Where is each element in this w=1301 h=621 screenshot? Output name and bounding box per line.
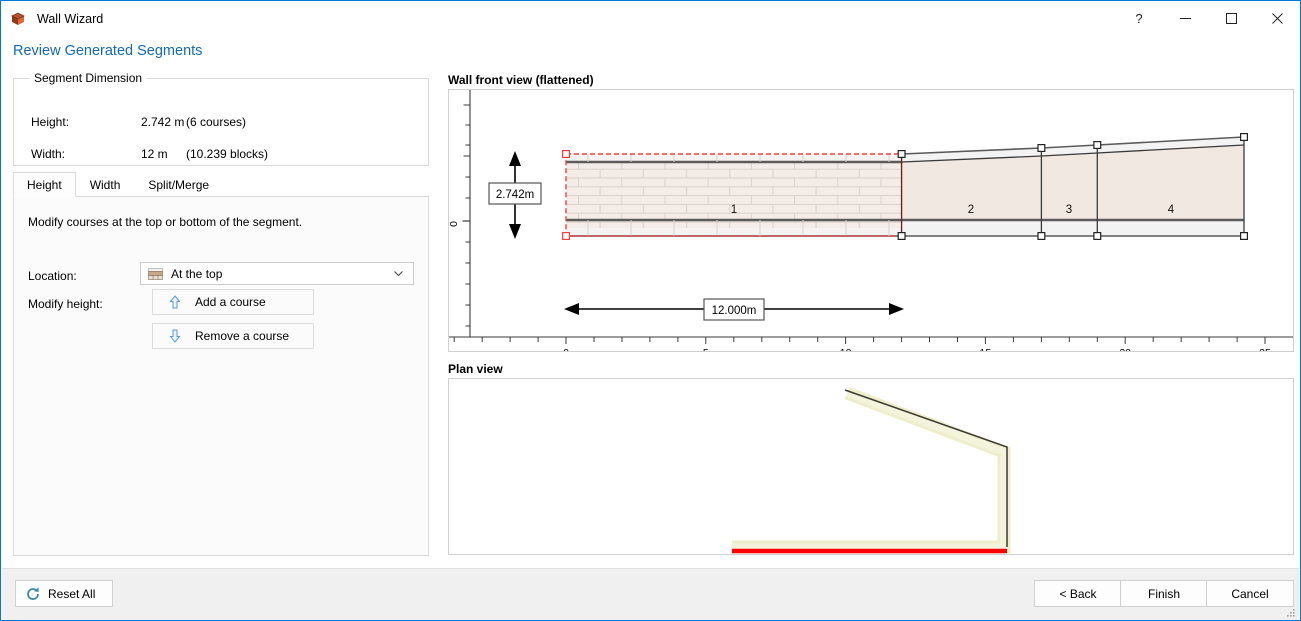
brick-block-icon <box>10 11 26 27</box>
x-tick-label-10: 10 <box>840 347 852 351</box>
brick-course-icon <box>148 267 163 280</box>
cancel-button[interactable]: Cancel <box>1206 580 1294 607</box>
help-icon: ? <box>1135 10 1143 26</box>
height-value: 2.742 m <box>141 115 185 129</box>
help-button[interactable]: ? <box>1116 1 1162 35</box>
wall-wizard-window: Wall Wizard ? Review Generated Segments … <box>0 0 1301 621</box>
height-label: Height: <box>31 115 70 129</box>
finish-label: Finish <box>1147 586 1180 601</box>
tab-width[interactable]: Width <box>76 172 135 197</box>
segment-dimension-group: Segment Dimension Height: 2.742 m (6 cou… <box>13 71 429 166</box>
plan-view-title: Plan view <box>448 362 503 376</box>
x-tick-label-5: 5 <box>703 347 709 351</box>
segment-1-label: 1 <box>731 204 737 216</box>
tab-split-merge[interactable]: Split/Merge <box>134 172 223 197</box>
x-tick-label-0: 0 <box>563 347 569 351</box>
segment-4[interactable]: 4 <box>1097 136 1245 237</box>
width-value: 12 m <box>141 147 168 161</box>
front-view-svg: 0 1 2 3 4 2.742m 12.000m <box>449 90 1293 351</box>
chevron-down-icon <box>393 268 404 279</box>
segment-1[interactable]: 1 <box>561 149 903 241</box>
height-dimension-annotation: 2.742m <box>488 151 542 239</box>
maximize-button[interactable] <box>1208 1 1254 35</box>
add-course-button[interactable]: Add a course <box>152 289 314 315</box>
window-controls: ? <box>1116 1 1300 35</box>
back-button[interactable]: < Back <box>1034 580 1122 607</box>
y-axis: 0 <box>449 90 471 337</box>
segment-3[interactable]: 3 <box>1041 144 1098 237</box>
modify-height-label: Modify height: <box>28 297 103 311</box>
resize-grip[interactable] <box>1284 606 1296 618</box>
finish-button[interactable]: Finish <box>1120 580 1208 607</box>
minimize-icon <box>1179 17 1191 19</box>
x-tick-label-25: 25 <box>1259 347 1271 351</box>
cancel-label: Cancel <box>1231 586 1269 601</box>
width-dimension-annotation: 12.000m <box>564 298 904 321</box>
page-title: Review Generated Segments <box>13 43 203 59</box>
reset-all-button[interactable]: Reset All <box>15 580 113 607</box>
x-tick-label-20: 20 <box>1119 347 1131 351</box>
tab-width-label: Width <box>89 178 121 192</box>
location-dropdown[interactable]: At the top <box>140 262 414 285</box>
location-value: At the top <box>171 266 223 281</box>
close-button[interactable] <box>1254 1 1300 35</box>
height-tab-panel: Modify courses at the top or bottom of t… <box>13 196 429 556</box>
height-courses: (6 courses) <box>186 115 247 129</box>
maximize-icon <box>1225 12 1237 24</box>
remove-course-label: Remove a course <box>195 329 290 343</box>
tab-description: Modify courses at the top or bottom of t… <box>28 215 303 229</box>
minimize-button[interactable] <box>1162 1 1208 35</box>
refresh-icon <box>25 586 41 602</box>
plan-wall-path <box>732 386 1011 554</box>
segment-4-label: 4 <box>1168 204 1175 216</box>
x-tick-label-15: 15 <box>980 347 992 351</box>
tab-strip: Height Width Split/Merge <box>13 172 429 197</box>
plan-view-svg <box>732 386 1011 554</box>
window-title: Wall Wizard <box>37 11 104 26</box>
plan-wall-outer-edge <box>844 389 1008 547</box>
add-course-label: Add a course <box>195 295 266 309</box>
y-tick-label-0: 0 <box>449 221 460 227</box>
right-pane: Wall front view (flattened) 0 1 2 3 4 2.… <box>441 67 1301 562</box>
close-icon <box>1271 12 1283 24</box>
tab-split-merge-label: Split/Merge <box>148 178 210 192</box>
arrow-down-icon <box>167 328 183 344</box>
height-dimension-label: 2.742m <box>496 189 534 201</box>
segment-2-label: 2 <box>968 204 974 216</box>
segment-2[interactable]: 2 <box>901 147 1042 237</box>
reset-all-label: Reset All <box>48 586 96 601</box>
plan-view-canvas[interactable] <box>448 378 1294 555</box>
back-label: < Back <box>1059 586 1097 601</box>
segment-3-label: 3 <box>1066 204 1072 216</box>
location-label: Location: <box>28 269 77 283</box>
segment-dimension-legend: Segment Dimension <box>34 71 143 85</box>
arrow-up-icon <box>167 294 183 310</box>
left-pane: Segment Dimension Height: 2.742 m (6 cou… <box>1 67 441 562</box>
tab-height[interactable]: Height <box>13 172 76 197</box>
width-blocks: (10.239 blocks) <box>186 147 269 161</box>
x-axis: 0 5 10 15 20 25 <box>449 336 1293 351</box>
title-bar: Wall Wizard ? <box>1 1 1300 36</box>
remove-course-button[interactable]: Remove a course <box>152 323 314 349</box>
front-view-title: Wall front view (flattened) <box>448 73 594 87</box>
tab-height-label: Height <box>27 177 62 192</box>
footer-bar: Reset All < Back Finish Cancel <box>2 568 1299 620</box>
width-label: Width: <box>31 147 66 161</box>
front-view-canvas[interactable]: 0 1 2 3 4 2.742m 12.000m <box>448 89 1294 352</box>
width-dimension-label: 12.000m <box>712 305 757 317</box>
